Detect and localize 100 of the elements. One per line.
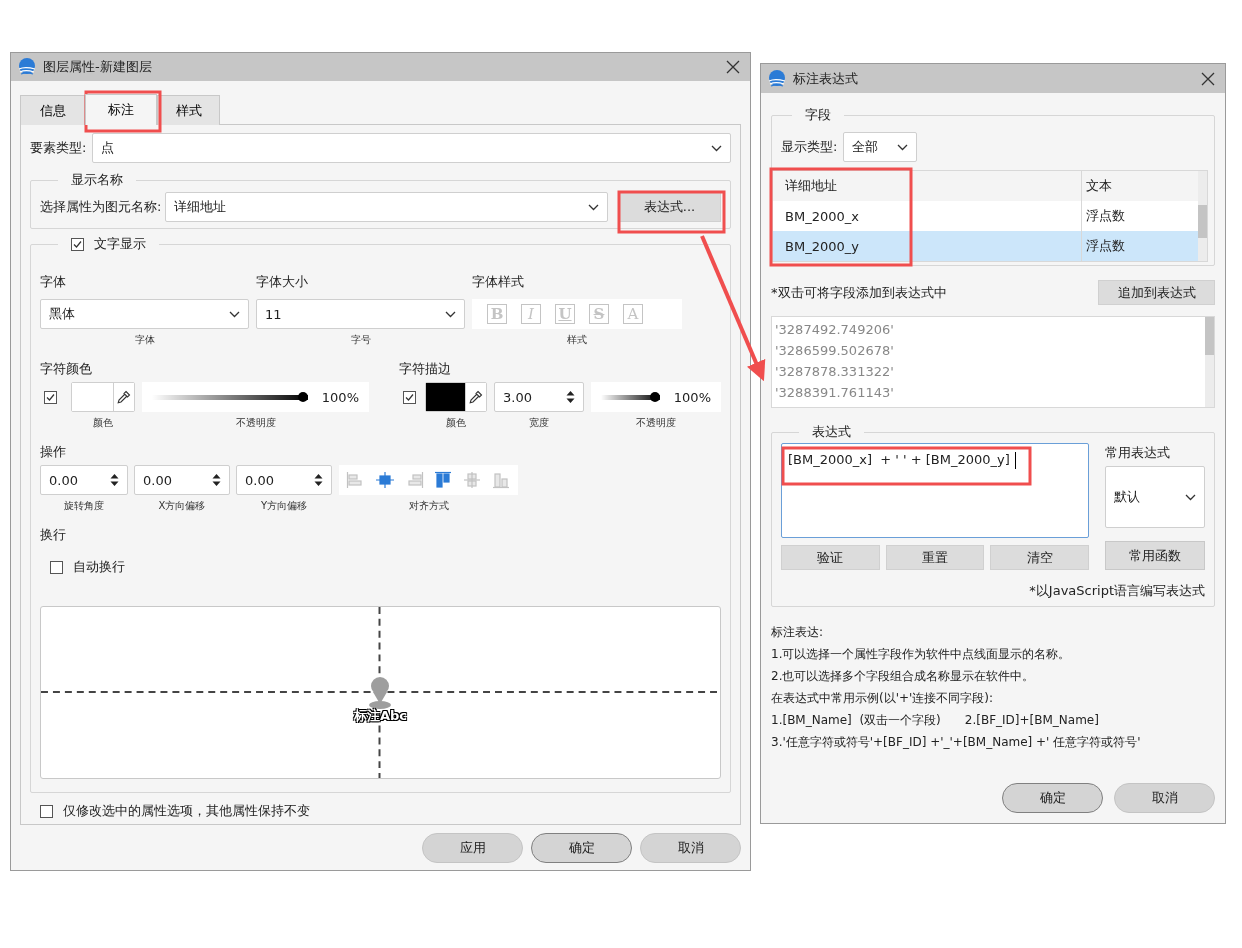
expression-button[interactable]: 表达式... [618, 192, 721, 222]
type-dropdown[interactable]: 全部 [843, 132, 918, 162]
common-functions-button[interactable]: 常用函数 [1105, 541, 1205, 570]
help-text: 2.也可以选择多个字段组合成名称显示在软件中。 [771, 667, 1035, 685]
dialog-button[interactable]: 应用 [422, 833, 523, 863]
tab[interactable]: 样式 [157, 95, 220, 125]
map-pin-icon [368, 676, 392, 710]
dialog-button[interactable]: 确定 [531, 833, 632, 863]
section-label: 换行 [40, 526, 66, 544]
align-top-button[interactable] [432, 469, 454, 491]
caption: 颜色 [93, 417, 113, 429]
group-title: 字段 [804, 106, 832, 124]
caption: 不透明度 [235, 417, 276, 429]
close-icon[interactable] [1201, 71, 1215, 86]
field-label: 选择属性为图元名称: [40, 198, 162, 216]
field-label: 要素类型: [30, 139, 87, 157]
field-label: 常用表达式 [1105, 444, 1171, 462]
table-cell-text: 文本 [1085, 177, 1112, 195]
list-item[interactable]: '3287878.331322' [775, 361, 1202, 382]
checkbox[interactable] [44, 390, 57, 404]
spin-arrows-icon [212, 473, 221, 487]
caption: Y方向偏移 [260, 500, 308, 512]
slider-thumb[interactable] [297, 391, 308, 402]
caption: 样式 [567, 334, 587, 346]
expression-field[interactable]: [BM_2000_x] + ' ' + [BM_2000_y] [781, 443, 1089, 538]
help-text: 2.[BF_ID]+[BM_Name] [964, 713, 1099, 727]
section-label: 操作 [40, 443, 66, 461]
number-spinbox[interactable]: 0.00 [134, 465, 230, 495]
number-spinbox[interactable]: 0.00 [236, 465, 332, 495]
opacity-reading: 100% [321, 389, 359, 405]
list-item[interactable]: '3286599.502678' [775, 340, 1202, 361]
width-spinbox[interactable]: 3.00 [494, 382, 584, 412]
expression-action-button[interactable]: 验证 [781, 545, 880, 570]
help-text: 标注表达: [771, 623, 824, 641]
table-cell-text: 浮点数 [1085, 237, 1125, 255]
chevron-down-icon [711, 144, 722, 152]
attribute-dropdown[interactable]: 详细地址 [165, 192, 608, 222]
caption: 字体 [134, 334, 155, 346]
chevron-down-icon [445, 310, 456, 318]
close-icon[interactable] [726, 60, 740, 74]
spin-arrows-icon [314, 473, 323, 487]
checkbox[interactable] [403, 390, 416, 404]
opacity-reading: 100% [673, 389, 711, 405]
list-item[interactable]: '3287492.749206' [775, 319, 1202, 340]
field-label: 显示类型: [781, 138, 838, 156]
section-label: 字符描边 [399, 360, 451, 378]
chevron-down-icon [1185, 493, 1196, 501]
eyedropper-button[interactable] [113, 383, 134, 411]
expression-action-button[interactable]: 重置 [885, 545, 985, 570]
field-label: 字体样式 [472, 273, 525, 291]
window-title: 标注表达式 [793, 69, 859, 88]
eyedropper-button[interactable] [465, 383, 486, 411]
align-hcenter-button[interactable] [374, 469, 396, 491]
hint-text: *双击可将字段添加到表达式中 [771, 283, 947, 302]
field-label: 字体大小 [256, 273, 309, 291]
section-label: 字符颜色 [40, 360, 93, 378]
chevron-down-icon [897, 143, 909, 151]
note-text: *以JavaScript语言编写表达式 [1028, 582, 1205, 600]
scrollbar[interactable] [1205, 317, 1214, 407]
scrollbar[interactable] [1198, 171, 1207, 261]
field-label: 字体 [40, 273, 67, 291]
font-size-dropdown[interactable]: 11 [256, 299, 465, 329]
window-title: 图层属性-新建图层 [43, 58, 153, 76]
tab[interactable]: 标注 [85, 94, 157, 125]
dialog-button[interactable]: 取消 [640, 833, 741, 863]
spin-arrows-icon [566, 390, 575, 404]
tab[interactable]: 信息 [20, 95, 85, 125]
caption: 宽度 [529, 417, 549, 429]
app-logo-icon [17, 58, 37, 76]
checkbox[interactable] [40, 804, 53, 818]
chevron-down-icon [588, 203, 599, 211]
checkbox-label: 自动换行 [73, 558, 125, 576]
table-row[interactable]: BM_2000_y 浮点数 [773, 231, 1198, 261]
feature-type-dropdown[interactable]: 点 [92, 133, 731, 163]
font-dropdown[interactable]: 黑体 [40, 299, 249, 329]
sample-label: 标注Abc [353, 707, 408, 725]
caption: 不透明度 [636, 417, 676, 429]
checkbox[interactable] [50, 560, 63, 574]
color-swatch[interactable] [426, 383, 465, 411]
add-to-expression-button[interactable]: 追加到表达式 [1098, 280, 1215, 305]
chevron-down-icon [229, 310, 240, 318]
dialog-button[interactable]: 确定 [1002, 783, 1103, 813]
group-title: 显示名称 [70, 171, 124, 189]
eyedropper-icon [469, 390, 483, 404]
common-expression-dropdown[interactable]: 默认 [1105, 466, 1205, 528]
group-title: 表达式 [811, 423, 852, 441]
list-item[interactable]: '3288391.761143' [775, 382, 1202, 403]
help-text: 在表达式中常用示例(以'+'连接不同字段): [771, 689, 994, 707]
number-spinbox[interactable]: 0.00 [40, 465, 128, 495]
help-text: 1.[BM_Name] (双击一个字段) [771, 711, 941, 729]
help-text: 1.可以选择一个属性字段作为软件中点线面显示的名称。 [771, 645, 1071, 663]
table-row[interactable]: BM_2000_x 浮点数 [773, 201, 1198, 231]
expression-action-button[interactable]: 清空 [990, 545, 1089, 570]
app-logo-icon [767, 69, 787, 88]
slider-thumb[interactable] [649, 391, 660, 402]
checkbox-label: 文字显示 [94, 235, 146, 253]
checkbox[interactable] [71, 237, 84, 251]
table-cell: BM_2000_y [773, 231, 1082, 261]
table-cell-text: 浮点数 [1085, 207, 1125, 225]
dialog-button[interactable]: 取消 [1114, 783, 1215, 813]
